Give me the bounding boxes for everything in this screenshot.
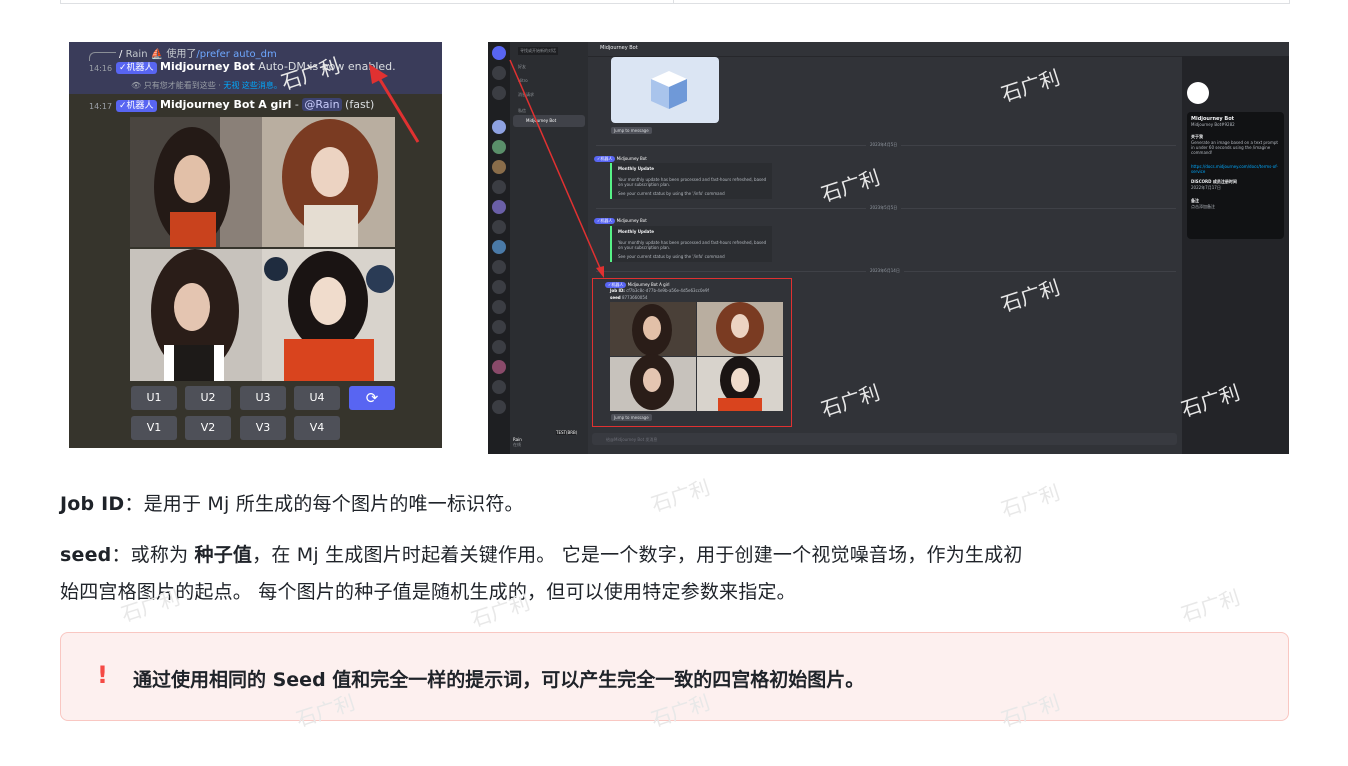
watermark: 石广利 [648,475,713,517]
table-bottom-edge [60,0,1290,4]
term-job-id: Job ID [60,493,125,515]
warning-callout: ! 通过使用相同的 Seed 值和完全一样的提示词，可以产生完全一致的四宫格初始… [60,632,1289,721]
discord-screenshot-right: 寻找或开始新的对话 好友 Nitro 消息请求 私信 Midjourney Bo… [488,42,1289,454]
term-seed: seed [60,544,112,566]
red-arrow-annotation-right [509,59,604,278]
callout-text: 通过使用相同的 Seed 值和完全一样的提示词，可以产生完全一致的四宫格初始图片… [133,669,865,691]
exclamation-icon: ! [97,661,108,689]
paragraph-job-id: Job ID：是用于 Mj 所生成的每个图片的唯一标识符。 [60,493,524,515]
paragraph-seed-line1: seed：或称为 种子值，在 Mj 生成图片时起着关键作用。 它是一个数字，用于… [60,544,1023,566]
discord-screenshot-left: / Rain ⛵ 使用了/prefer auto_dm 14:16 ✓机器人 M… [69,42,442,448]
paragraph-seed-line2: 始四宫格图片的起点。 每个图片的种子值是随机生成的，但可以使用特定参数来指定。 [60,581,796,603]
red-arrow-annotation [369,64,420,143]
watermark: 石广利 [998,480,1063,522]
watermark: 石广利 [1178,585,1243,627]
